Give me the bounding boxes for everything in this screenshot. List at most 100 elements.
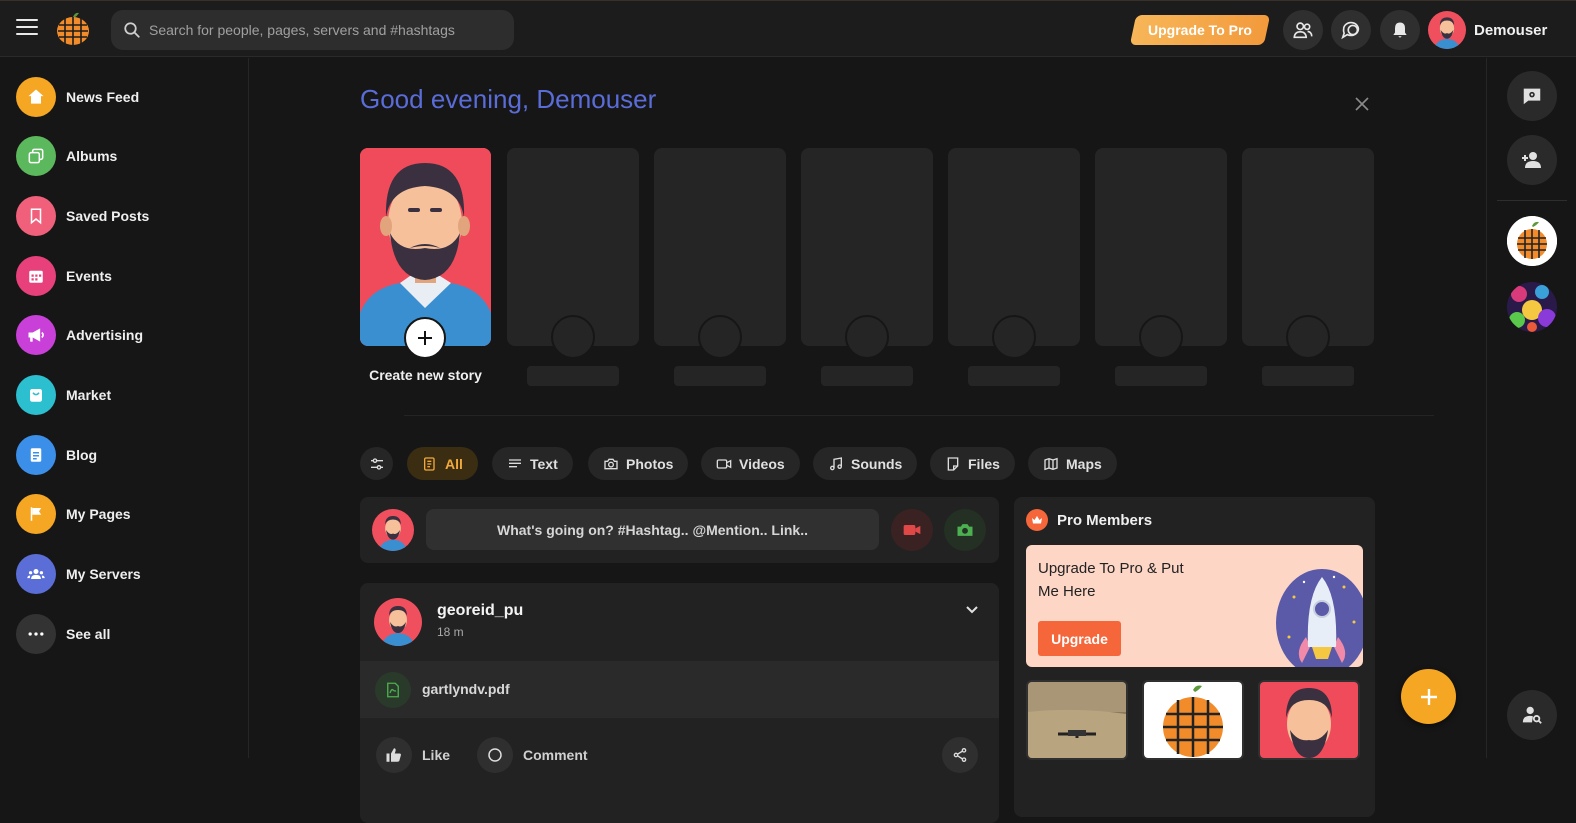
video-camera-icon — [903, 525, 921, 535]
add-story-button[interactable] — [404, 317, 446, 359]
filter-label: Photos — [626, 455, 674, 472]
pro-member-thumb[interactable] — [1258, 680, 1360, 760]
attachment-file-name[interactable]: gartlyndv.pdf — [422, 681, 510, 697]
map-icon — [1044, 457, 1058, 470]
sidebar-item-label: News Feed — [66, 89, 140, 105]
post-author-name[interactable]: georeid_pu — [437, 602, 523, 620]
menu-icon[interactable] — [16, 19, 38, 37]
filter-label: Text — [530, 455, 558, 472]
sidebar-item-blog[interactable]: Blog — [16, 435, 97, 475]
user-avatar — [1428, 11, 1466, 49]
story-placeholder-name — [968, 366, 1060, 386]
filter-text[interactable]: Text — [492, 447, 573, 480]
pro-member-thumb[interactable] — [1142, 680, 1244, 760]
filter-files[interactable]: Files — [930, 447, 1015, 480]
post-author-avatar[interactable] — [374, 598, 422, 646]
group-icon — [16, 554, 56, 594]
thumbs-up-icon — [376, 737, 412, 773]
sidebar-item-label: My Servers — [66, 566, 141, 582]
pro-members-card: Pro Members Upgrade To Pro & Put Me Here… — [1014, 497, 1375, 817]
plus-icon — [1420, 688, 1437, 705]
comment-button[interactable]: Comment — [477, 737, 588, 773]
rocket-illustration — [1276, 569, 1363, 667]
chevron-down-icon[interactable] — [965, 603, 979, 617]
story-placeholder-name — [527, 366, 619, 386]
add-friend-button[interactable] — [1507, 135, 1557, 185]
like-button[interactable]: Like — [376, 737, 450, 773]
sidebar-item-label: Events — [66, 268, 112, 284]
right-sidebar — [1486, 58, 1576, 758]
shopping-bag-icon — [16, 375, 56, 415]
main-content: Good evening, Demouser Create new story — [249, 58, 1486, 823]
filter-all[interactable]: All — [407, 447, 478, 480]
messages-icon[interactable] — [1331, 10, 1371, 50]
add-user-icon — [1522, 152, 1541, 168]
story-placeholder-name — [821, 366, 913, 386]
user-menu[interactable]: Demouser — [1428, 10, 1547, 50]
feed-post: georeid_pu 18 m gartlyndv.pdf Like Comme… — [360, 583, 999, 823]
pro-promo-banner: Upgrade To Pro & Put Me Here Upgrade — [1026, 545, 1363, 667]
search-bar[interactable] — [111, 10, 514, 50]
notifications-icon[interactable] — [1380, 10, 1420, 50]
photo-upload-button[interactable] — [944, 509, 986, 551]
document-icon — [16, 435, 56, 475]
sidebar-item-news-feed[interactable]: News Feed — [16, 77, 139, 117]
share-button[interactable] — [942, 737, 988, 773]
story-placeholder-avatar — [1286, 315, 1330, 359]
more-icon — [16, 614, 56, 654]
calendar-icon — [16, 256, 56, 296]
create-post-fab[interactable] — [1401, 669, 1456, 724]
post-time[interactable]: 18 m — [437, 625, 464, 639]
filter-label: Videos — [739, 455, 785, 472]
story-placeholder-avatar — [551, 315, 595, 359]
sidebar-item-events[interactable]: Events — [16, 256, 112, 296]
flag-icon — [16, 494, 56, 534]
document-icon — [424, 456, 435, 471]
chat-settings-button[interactable] — [1507, 71, 1557, 121]
filter-maps[interactable]: Maps — [1028, 447, 1117, 480]
pro-member-thumb[interactable] — [1026, 680, 1128, 760]
sidebar-item-albums[interactable]: Albums — [16, 136, 117, 176]
search-icon — [124, 22, 140, 38]
sidebar-item-saved-posts[interactable]: Saved Posts — [16, 196, 149, 236]
music-icon — [830, 456, 842, 470]
pro-members-header: Pro Members — [1026, 509, 1152, 531]
sidebar-item-see-all[interactable]: See all — [16, 614, 110, 654]
top-bar: Upgrade To Pro Demouser — [0, 0, 1576, 57]
server-avatar[interactable] — [1507, 216, 1557, 266]
site-logo[interactable] — [55, 11, 91, 47]
close-icon[interactable] — [1354, 96, 1370, 112]
server-avatar[interactable] — [1507, 282, 1557, 332]
sidebar-item-advertising[interactable]: Advertising — [16, 315, 143, 355]
stories-divider — [404, 415, 1434, 416]
composer-input[interactable]: What's going on? #Hashtag.. @Mention.. L… — [426, 509, 879, 550]
sidebar-item-my-pages[interactable]: My Pages — [16, 494, 131, 534]
promo-upgrade-button[interactable]: Upgrade — [1038, 621, 1121, 656]
filter-settings-button[interactable] — [360, 447, 393, 480]
filter-label: Files — [968, 455, 1000, 472]
sidebar-item-label: Blog — [66, 447, 98, 463]
story-placeholder-avatar — [1139, 315, 1183, 359]
upgrade-to-pro-button[interactable]: Upgrade To Pro — [1129, 15, 1271, 45]
filter-photos[interactable]: Photos — [588, 447, 689, 480]
camera-icon — [604, 458, 618, 469]
live-video-button[interactable] — [891, 509, 933, 551]
filter-videos[interactable]: Videos — [701, 447, 800, 480]
post-composer: What's going on? #Hashtag.. @Mention.. L… — [360, 497, 999, 563]
story-placeholder-avatar — [698, 315, 742, 359]
pro-members-title: Pro Members — [1057, 511, 1153, 529]
search-users-button[interactable] — [1507, 690, 1557, 740]
story-placeholder-avatar — [992, 315, 1036, 359]
file-icon — [947, 456, 959, 471]
chat-gear-icon — [1523, 88, 1541, 105]
share-icon — [942, 737, 978, 773]
home-icon — [16, 77, 56, 117]
filter-sounds[interactable]: Sounds — [813, 447, 918, 480]
search-input[interactable] — [149, 10, 504, 50]
greeting-title: Good evening, Demouser — [360, 84, 657, 114]
sidebar-item-my-servers[interactable]: My Servers — [16, 554, 141, 594]
composer-avatar — [372, 509, 414, 551]
friend-requests-icon[interactable] — [1283, 10, 1323, 50]
sidebar-item-label: My Pages — [66, 506, 131, 522]
sidebar-item-market[interactable]: Market — [16, 375, 111, 415]
